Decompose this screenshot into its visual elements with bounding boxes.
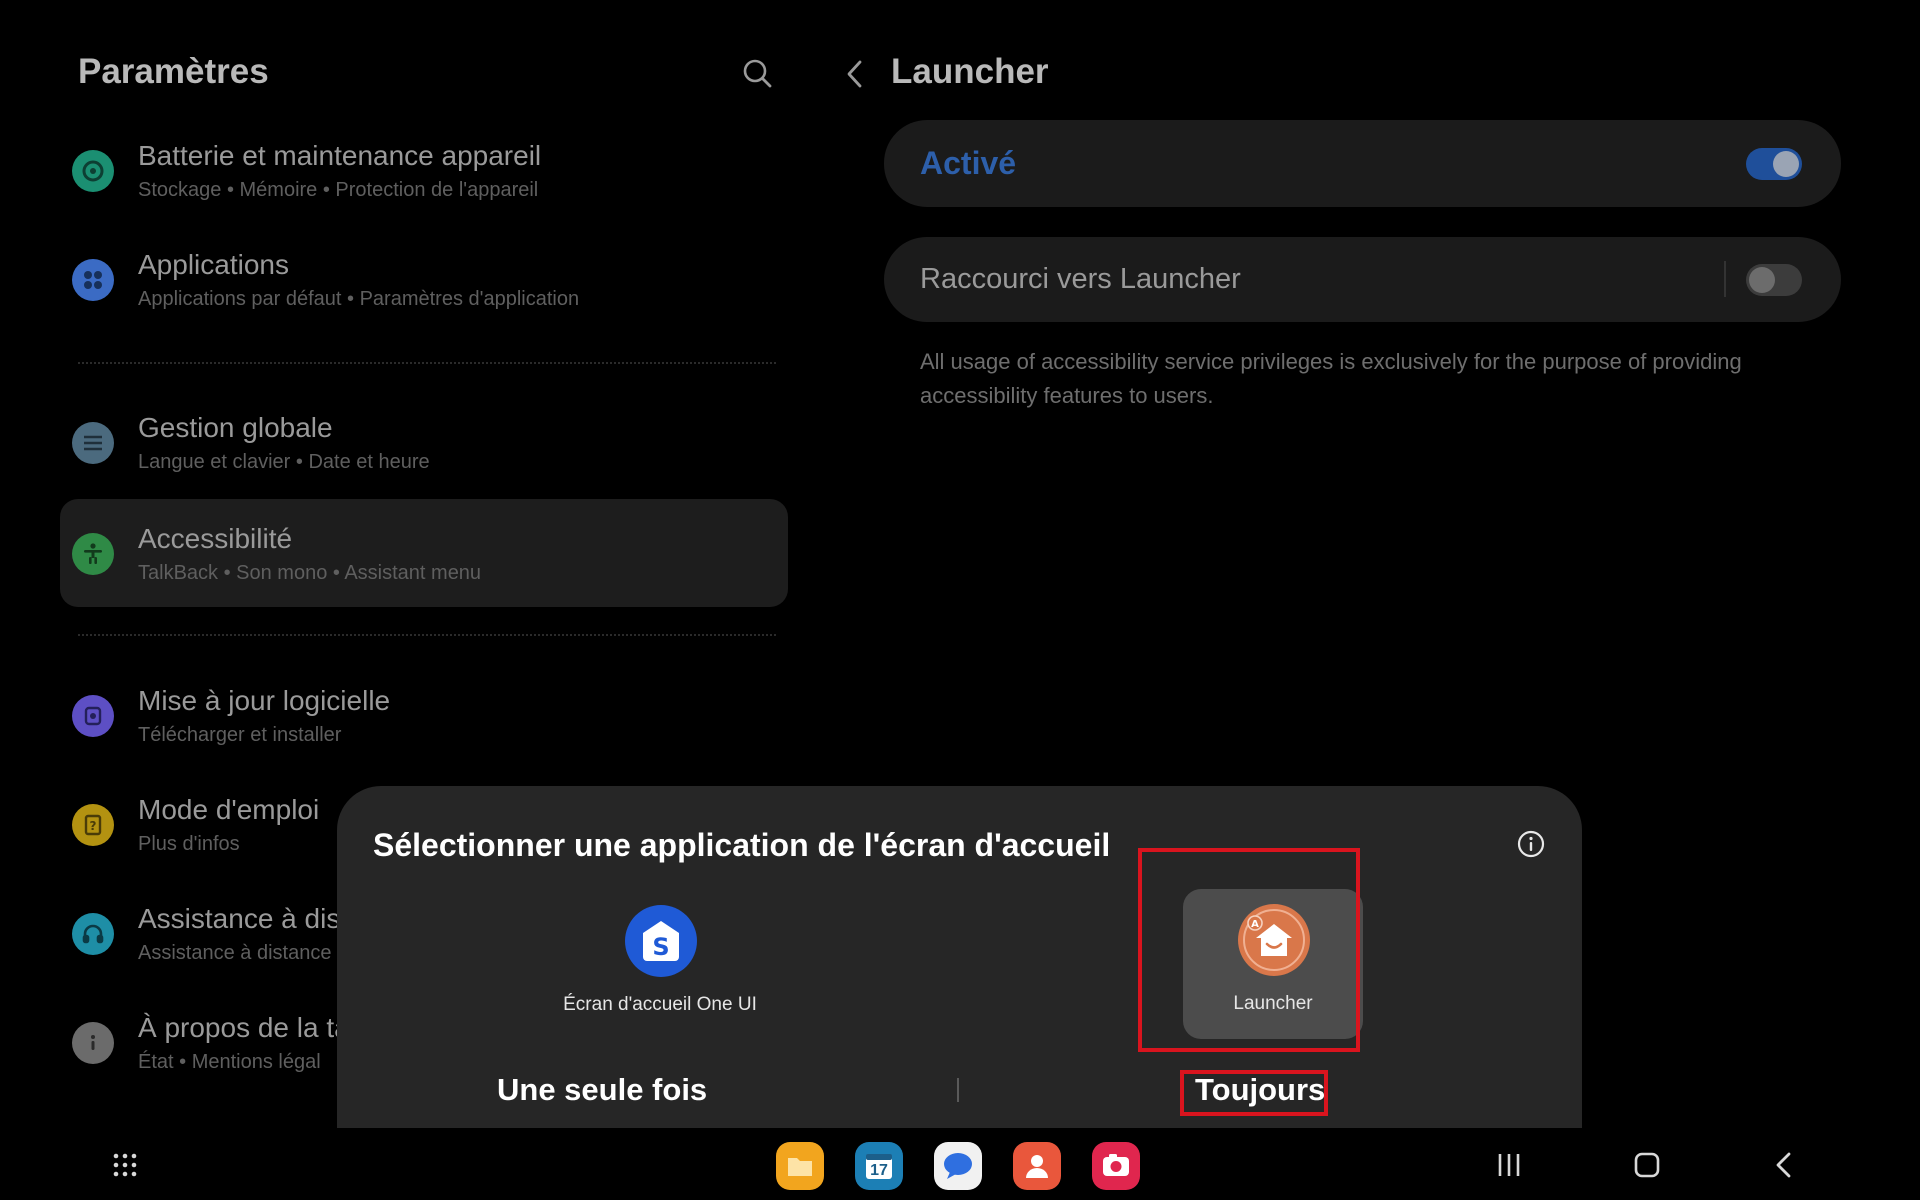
files-icon[interactable] <box>776 1142 824 1190</box>
accessibility-icon <box>72 533 114 575</box>
always-highlight-box <box>1180 1070 1328 1116</box>
main-switch-card[interactable]: Activé <box>884 120 1841 207</box>
calendar-icon[interactable]: 17 <box>855 1142 903 1190</box>
settings-item-applications[interactable]: Applications Applications par défaut • P… <box>60 225 788 333</box>
apps-grid-icon <box>72 259 114 301</box>
detail-title: Launcher <box>891 52 1049 91</box>
main-switch-toggle[interactable] <box>1746 148 1802 180</box>
headset-icon <box>72 913 114 955</box>
settings-item-title: Batterie et maintenance appareil <box>138 140 542 171</box>
shortcut-toggle[interactable] <box>1746 264 1802 296</box>
settings-item-title: Assistance à dis <box>138 903 341 934</box>
launcher-highlight-box <box>1138 848 1360 1052</box>
svg-text:S: S <box>652 933 669 961</box>
shortcut-label: Raccourci vers Launcher <box>920 263 1241 295</box>
info-icon <box>72 1022 114 1064</box>
app-drawer-button[interactable] <box>112 1152 138 1183</box>
settings-item-title: Gestion globale <box>138 412 333 443</box>
section-divider <box>78 362 776 364</box>
info-button[interactable] <box>1516 829 1546 859</box>
toggle-knob <box>1773 151 1799 177</box>
messages-icon[interactable] <box>934 1142 982 1190</box>
app-option-one-ui-home[interactable]: S Écran d'accueil One UI <box>563 890 757 1040</box>
camera-icon[interactable] <box>1092 1142 1140 1190</box>
svg-text:?: ? <box>90 819 97 833</box>
settings-item-subtitle: Langue et clavier • Date et heure <box>138 451 430 473</box>
settings-item-subtitle: TalkBack • Son mono • Assistant menu <box>138 562 482 584</box>
settings-item-accessibility[interactable]: Accessibilité TalkBack • Son mono • Assi… <box>60 499 788 607</box>
info-circle-icon <box>1517 830 1545 858</box>
home-icon <box>1634 1152 1660 1178</box>
search-button[interactable] <box>738 54 778 94</box>
main-switch-label: Activé <box>920 145 1017 181</box>
card-separator <box>1724 261 1726 297</box>
search-icon <box>743 59 772 88</box>
button-separator <box>957 1078 959 1102</box>
dialog-title: Sélectionner une application de l'écran … <box>373 827 1111 863</box>
settings-item-general-management[interactable]: Gestion globale Langue et clavier • Date… <box>60 388 788 496</box>
battery-care-icon <box>72 150 114 192</box>
app-drawer-icon <box>113 1153 137 1177</box>
settings-item-subtitle: Applications par défaut • Paramètres d'a… <box>138 288 580 310</box>
one-ui-home-icon: S <box>625 905 697 977</box>
back-icon <box>1776 1152 1791 1178</box>
settings-item-subtitle: Plus d'infos <box>138 833 240 855</box>
settings-item-title: Applications <box>138 249 289 280</box>
settings-item-subtitle: Stockage • Mémoire • Protection de l'app… <box>138 179 539 201</box>
settings-item-subtitle: Assistance à distance <box>138 942 332 964</box>
shortcut-card[interactable]: Raccourci vers Launcher <box>884 237 1841 322</box>
settings-item-title: À propos de la ta <box>138 1012 350 1043</box>
back-button[interactable] <box>838 54 870 94</box>
software-update-icon <box>72 695 114 737</box>
home-app-chooser-dialog: Sélectionner une application de l'écran … <box>337 786 1582 1128</box>
settings-item-battery[interactable]: Batterie et maintenance appareil Stockag… <box>60 116 788 224</box>
app-option-name: Écran d'accueil One UI <box>563 994 757 1015</box>
calendar-day: 17 <box>870 1162 888 1179</box>
section-divider <box>78 634 776 636</box>
chevron-left-icon <box>847 60 862 88</box>
recents-icon <box>1498 1154 1520 1176</box>
settings-item-software-update[interactable]: Mise à jour logicielle Télécharger et in… <box>60 661 788 769</box>
taskbar: 17 <box>0 1128 1920 1200</box>
accessibility-notice: All usage of accessibility service privi… <box>920 349 1742 408</box>
settings-item-subtitle: Télécharger et installer <box>138 724 342 746</box>
settings-item-subtitle: État • Mentions légal <box>138 1051 321 1073</box>
settings-item-title: Mise à jour logicielle <box>138 685 391 716</box>
settings-item-title: Accessibilité <box>138 523 293 554</box>
just-once-button[interactable]: Une seule fois <box>497 1072 707 1108</box>
home-button[interactable] <box>1633 1151 1661 1184</box>
nav-back-button[interactable] <box>1772 1150 1796 1185</box>
settings-title: Paramètres <box>78 52 269 91</box>
manual-icon: ? <box>72 804 114 846</box>
contacts-icon[interactable] <box>1013 1142 1061 1190</box>
recents-button[interactable] <box>1496 1152 1522 1183</box>
toggle-knob <box>1749 267 1775 293</box>
sliders-icon <box>72 422 114 464</box>
settings-item-title: Mode d'emploi <box>138 794 320 825</box>
